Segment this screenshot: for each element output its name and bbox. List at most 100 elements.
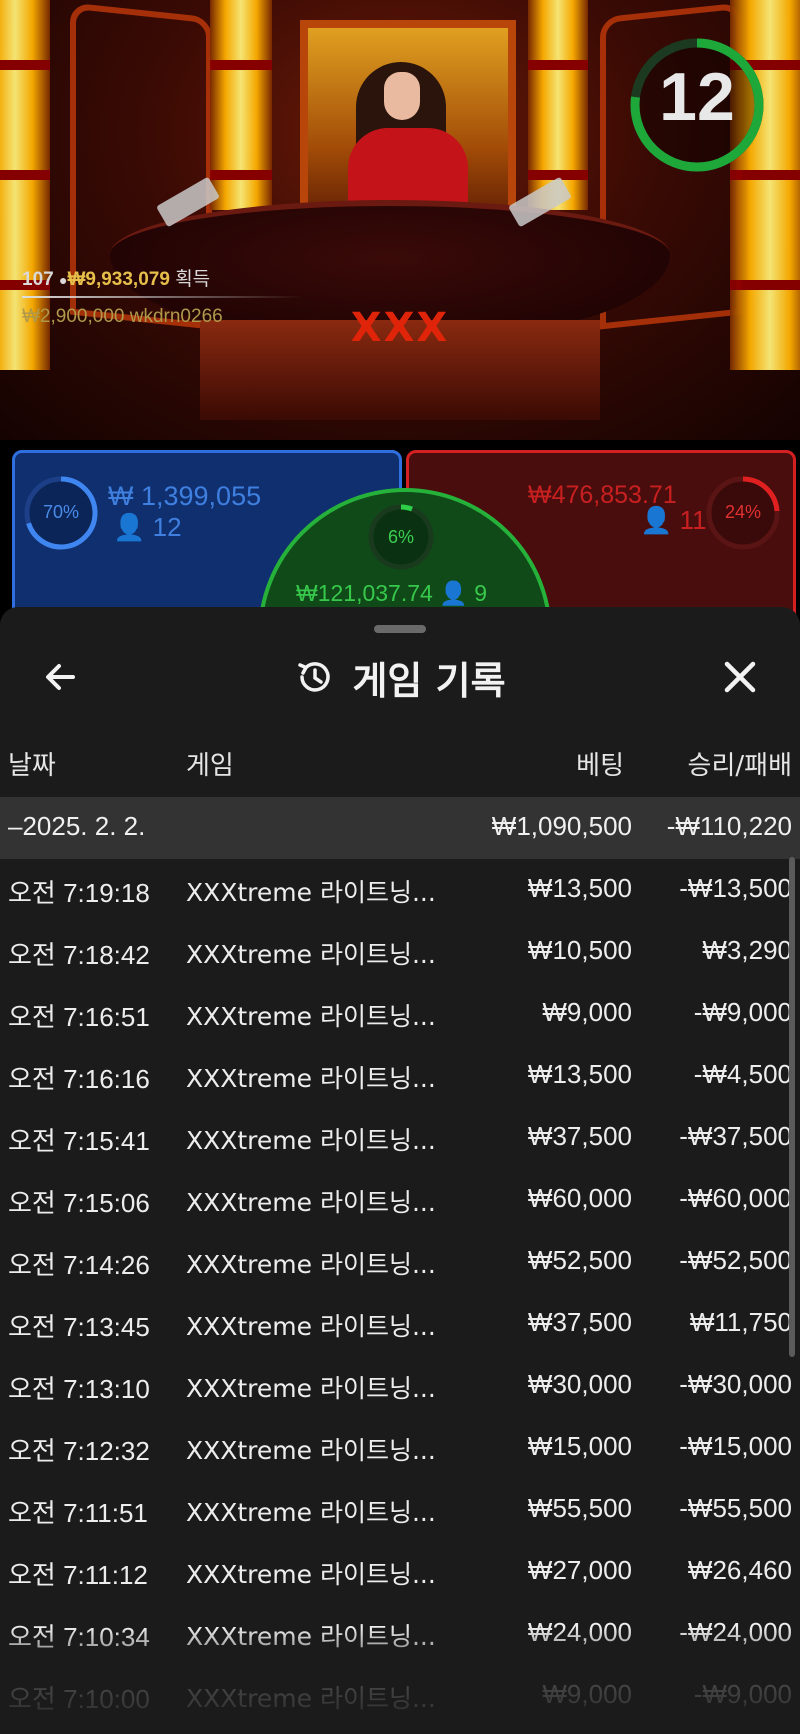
person-icon: 👤 [113, 512, 146, 542]
row-time: 오전 7:16:51 [8, 1002, 150, 1032]
row-result: -₩60,000 [679, 1183, 792, 1213]
row-game: XXXtreme 라이트닝... [186, 1374, 436, 1403]
close-icon [724, 661, 756, 693]
row-bet: ₩13,500 [527, 873, 632, 903]
sheet-header: 게임 기록 [0, 649, 800, 705]
row-result: ₩3,290 [702, 935, 792, 965]
row-result: -₩55,500 [679, 1493, 792, 1523]
row-time: 오전 7:18:42 [8, 940, 150, 970]
tie-total: ₩121,037.74 👤 9 [296, 580, 488, 606]
history-row[interactable]: 오전 7:15:41 XXXtreme 라이트닝... ₩37,500 -₩37,50… [0, 1107, 800, 1169]
column-result: 승리/패배 [687, 751, 792, 781]
history-row[interactable]: 오전 7:18:42 XXXtreme 라이트닝... ₩10,500 ₩3,290 [0, 921, 800, 983]
row-time: 오전 7:15:41 [8, 1126, 150, 1156]
row-time: 오전 7:13:10 [8, 1374, 150, 1404]
table-logo: XXX [350, 305, 450, 351]
row-game: XXXtreme 라이트닝... [186, 1250, 436, 1279]
row-result: -₩9,000 [693, 1679, 792, 1709]
decor-pillar [210, 0, 272, 210]
date-group-row[interactable]: –2025. 2. 2. ₩1,090,500 -₩110,220 [0, 797, 800, 859]
row-time: 오전 7:13:45 [8, 1312, 150, 1342]
row-result: -₩30,000 [679, 1369, 792, 1399]
player-percent: 70% [42, 502, 80, 522]
row-game: XXXtreme 라이트닝... [186, 1560, 436, 1589]
history-row[interactable]: 오전 7:11:12 XXXtreme 라이트닝... ₩27,000 ₩26,460 [0, 1541, 800, 1603]
winner-amount: ₩9,933,079 [67, 269, 170, 290]
top-winner-user: wkdrn0266 [129, 306, 223, 327]
row-time: 오전 7:11:51 [8, 1498, 148, 1528]
row-game: XXXtreme 라이트닝... [186, 1684, 436, 1713]
row-result: ₩11,750 [689, 1307, 792, 1337]
row-bet: ₩9,000 [542, 997, 632, 1027]
row-time: 오전 7:15:06 [8, 1188, 150, 1218]
row-game: XXXtreme 라이트닝... [186, 1064, 436, 1093]
history-row[interactable]: 오전 7:19:18 XXXtreme 라이트닝... ₩13,500 -₩13,50… [0, 859, 800, 921]
row-game: XXXtreme 라이트닝... [186, 1312, 436, 1341]
row-bet: ₩55,500 [527, 1493, 632, 1523]
row-time: 오전 7:14:26 [8, 1250, 150, 1280]
column-bet: 베팅 [576, 751, 624, 781]
player-count: 👤 12 [113, 512, 182, 542]
banker-count: 👤 11 [640, 505, 707, 535]
row-time: 오전 7:16:16 [8, 1064, 150, 1094]
history-row[interactable]: 오전 7:15:06 XXXtreme 라이트닝... ₩60,000 -₩60,00… [0, 1169, 800, 1231]
tie-percent: 6% [387, 527, 414, 547]
divider [22, 296, 302, 298]
row-time: 오전 7:12:32 [8, 1436, 150, 1466]
sheet-drag-handle[interactable] [374, 625, 426, 633]
group-bet-total: ₩1,090,500 [491, 811, 632, 841]
row-bet: ₩10,500 [527, 935, 632, 965]
row-bet: ₩60,000 [527, 1183, 632, 1213]
winner-label: 획득 [175, 269, 211, 290]
row-bet: ₩52,500 [527, 1245, 632, 1275]
row-bet: ₩13,500 [527, 1059, 632, 1089]
column-game: 게임 [186, 751, 234, 781]
person-icon: 👤 [640, 505, 673, 535]
history-row[interactable]: 오전 7:13:45 XXXtreme 라이트닝... ₩37,500 ₩11,750 [0, 1293, 800, 1355]
close-button[interactable] [716, 653, 764, 701]
row-result: -₩24,000 [679, 1617, 792, 1647]
row-bet: ₩37,500 [527, 1121, 632, 1151]
history-row[interactable]: 오전 7:14:26 XXXtreme 라이트닝... ₩52,500 -₩52,50… [0, 1231, 800, 1293]
history-row[interactable]: 오전 7:10:00 XXXtreme 라이트닝... ₩9,000 -₩9,000 [0, 1665, 800, 1727]
row-bet: ₩9,000 [542, 1679, 632, 1709]
page-title: 게임 기록 [352, 658, 506, 703]
dealer-face [384, 72, 420, 120]
history-row[interactable]: 오전 7:10:34 XXXtreme 라이트닝... ₩24,000 -₩24,00… [0, 1603, 800, 1665]
history-row[interactable]: 오전 7:12:32 XXXtreme 라이트닝... ₩15,000 -₩15,00… [0, 1417, 800, 1479]
scrollbar[interactable] [789, 857, 795, 1357]
winner-count: 107 [22, 269, 54, 290]
history-row[interactable]: 오전 7:16:51 XXXtreme 라이트닝... ₩9,000 -₩9,000 [0, 983, 800, 1045]
history-icon [298, 662, 331, 692]
row-result: -₩15,000 [679, 1431, 792, 1461]
row-game: XXXtreme 라이트닝... [186, 1126, 436, 1155]
row-bet: ₩30,000 [527, 1369, 632, 1399]
row-bet: ₩37,500 [527, 1307, 632, 1337]
row-result: -₩52,500 [679, 1245, 792, 1275]
column-date: 날짜 [8, 751, 56, 781]
row-time: 오전 7:10:00 [8, 1684, 150, 1714]
row-game: XXXtreme 라이트닝... [186, 1002, 436, 1031]
history-list[interactable]: –2025. 2. 2. ₩1,090,500 -₩110,220 오전 7:1… [0, 797, 800, 1727]
group-date: –2025. 2. 2. [8, 811, 146, 841]
row-result: -₩37,500 [679, 1121, 792, 1151]
countdown-timer: 12 [659, 59, 735, 135]
game-history-sheet: 게임 기록 날짜 게임 베팅 승리/패배 –2025. 2. 2. ₩1,090… [0, 607, 800, 1734]
table-header: 날짜 게임 베팅 승리/패배 [0, 745, 800, 785]
row-bet: ₩15,000 [527, 1431, 632, 1461]
row-game: XXXtreme 라이트닝... [186, 1188, 436, 1217]
history-row[interactable]: 오전 7:11:51 XXXtreme 라이트닝... ₩55,500 -₩55,50… [0, 1479, 800, 1541]
row-time: 오전 7:11:12 [8, 1560, 148, 1590]
row-result: -₩4,500 [693, 1059, 792, 1089]
row-result: -₩13,500 [679, 873, 792, 903]
history-row[interactable]: 오전 7:16:16 XXXtreme 라이트닝... ₩13,500 -₩4,500 [0, 1045, 800, 1107]
group-result-total: -₩110,220 [666, 811, 792, 841]
person-icon: 👤 [439, 580, 468, 606]
player-total: ₩ 1,399,055 [108, 481, 262, 511]
history-row[interactable]: 오전 7:13:10 XXXtreme 라이트닝... ₩30,000 -₩30,00… [0, 1355, 800, 1417]
top-winner-amount: ₩2,900,000 [22, 306, 125, 327]
row-game: XXXtreme 라이트닝... [186, 1436, 436, 1465]
row-bet: ₩27,000 [527, 1555, 632, 1585]
row-bet: ₩24,000 [527, 1617, 632, 1647]
row-game: XXXtreme 라이트닝... [186, 1498, 436, 1527]
